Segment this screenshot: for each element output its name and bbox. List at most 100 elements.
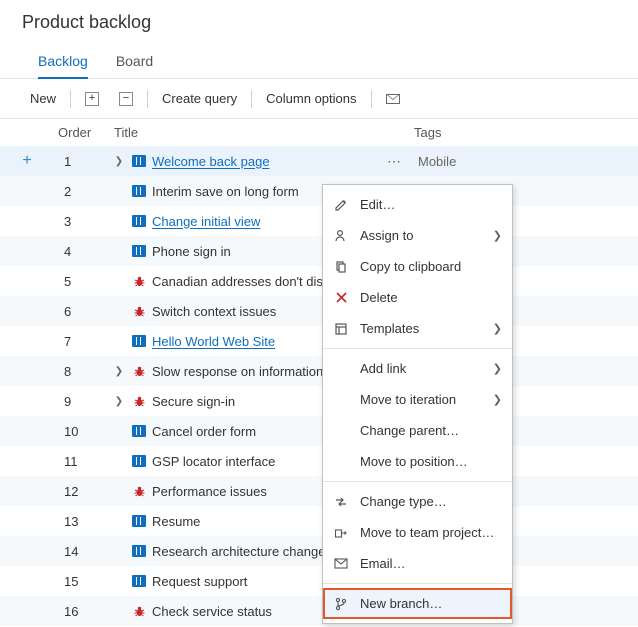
table-row[interactable]: +1❯ Welcome back page⋯Mobile: [0, 146, 638, 176]
table-row[interactable]: 3Change initial view: [0, 206, 638, 236]
pbi-icon: [132, 545, 146, 557]
expand-chevron-icon[interactable]: ❯: [110, 156, 128, 167]
pbi-icon: [132, 425, 146, 437]
email-button[interactable]: [376, 90, 410, 108]
col-order[interactable]: Order: [54, 125, 110, 140]
table-row[interactable]: 2Interim save on long form: [0, 176, 638, 206]
ctx-add-link[interactable]: Add link ❯: [323, 353, 512, 384]
tab-board[interactable]: Board: [116, 47, 153, 78]
plus-icon: +: [85, 92, 99, 106]
order-cell: 4: [54, 244, 110, 259]
ctx-delete[interactable]: Delete: [323, 282, 512, 313]
order-cell: 8: [54, 364, 110, 379]
envelope-icon: [333, 556, 349, 572]
ctx-move-position[interactable]: Move to position…: [323, 446, 512, 477]
chevron-right-icon: ❯: [493, 229, 502, 242]
new-button[interactable]: New: [20, 87, 66, 110]
separator: [147, 90, 148, 108]
table-row[interactable]: 16Check service status: [0, 596, 638, 626]
more-actions-icon[interactable]: ⋯: [374, 153, 414, 170]
minus-icon: −: [119, 92, 133, 106]
separator: [251, 90, 252, 108]
bug-icon: [133, 305, 146, 318]
add-item-icon[interactable]: +: [0, 152, 54, 170]
order-cell: 1: [54, 154, 110, 169]
chevron-right-icon: ❯: [493, 362, 502, 375]
order-cell: 6: [54, 304, 110, 319]
order-cell: 3: [54, 214, 110, 229]
chevron-right-icon: ❯: [493, 393, 502, 406]
order-cell: 15: [54, 574, 110, 589]
pbi-icon: [132, 215, 146, 227]
table-row[interactable]: 11GSP locator interface: [0, 446, 638, 476]
order-cell: 9: [54, 394, 110, 409]
separator: [323, 583, 512, 584]
person-icon: [333, 228, 349, 244]
ctx-change-parent[interactable]: Change parent…: [323, 415, 512, 446]
table-body: +1❯Welcome back page⋯Mobile2Interim save…: [0, 146, 638, 626]
table-row[interactable]: 8❯Slow response on information: [0, 356, 638, 386]
table-row[interactable]: 10Cancel order form: [0, 416, 638, 446]
envelope-icon: [386, 94, 400, 104]
bug-icon: [133, 395, 146, 408]
ctx-templates[interactable]: Templates ❯: [323, 313, 512, 344]
order-cell: 10: [54, 424, 110, 439]
context-menu: Edit… Assign to ❯ Copy to clipboard Dele…: [322, 184, 513, 624]
separator: [323, 481, 512, 482]
ctx-new-branch[interactable]: New branch…: [323, 588, 512, 619]
expand-chevron-icon[interactable]: ❯: [110, 396, 128, 407]
separator: [371, 90, 372, 108]
pencil-icon: [333, 197, 349, 213]
templates-icon: [333, 321, 349, 337]
col-title[interactable]: Title: [110, 125, 350, 140]
table-row[interactable]: 5Canadian addresses don't disp: [0, 266, 638, 296]
table-row[interactable]: 4Phone sign in: [0, 236, 638, 266]
table-header: Order Title Tags: [0, 119, 638, 146]
table-row[interactable]: 13Resume: [0, 506, 638, 536]
view-tabs: Backlog Board: [0, 41, 638, 79]
table-row[interactable]: 12Performance issues: [0, 476, 638, 506]
x-icon: [333, 290, 349, 306]
pbi-icon: [132, 185, 146, 197]
toolbar: New + − Create query Column options: [0, 79, 638, 119]
ctx-move-team[interactable]: Move to team project…: [323, 517, 512, 548]
pbi-icon: [132, 335, 146, 347]
table-row[interactable]: 6Switch context issues: [0, 296, 638, 326]
collapse-levels-button[interactable]: −: [109, 88, 143, 110]
ctx-copy[interactable]: Copy to clipboard: [323, 251, 512, 282]
ctx-change-type[interactable]: Change type…: [323, 486, 512, 517]
table-row[interactable]: 15Request support: [0, 566, 638, 596]
pbi-icon: [132, 155, 146, 167]
table-row[interactable]: 7Hello World Web Site: [0, 326, 638, 356]
order-cell: 2: [54, 184, 110, 199]
branch-icon: [333, 596, 349, 612]
order-cell: 13: [54, 514, 110, 529]
ctx-move-iteration[interactable]: Move to iteration ❯: [323, 384, 512, 415]
tab-backlog[interactable]: Backlog: [38, 47, 88, 79]
expand-chevron-icon[interactable]: ❯: [110, 366, 128, 377]
order-cell: 16: [54, 604, 110, 619]
col-tags[interactable]: Tags: [410, 125, 638, 140]
ctx-email[interactable]: Email…: [323, 548, 512, 579]
column-options-button[interactable]: Column options: [256, 87, 366, 110]
create-query-button[interactable]: Create query: [152, 87, 247, 110]
tags-cell: Mobile: [414, 154, 638, 169]
item-title[interactable]: Welcome back page: [150, 154, 374, 169]
pbi-icon: [132, 515, 146, 527]
page-title: Product backlog: [0, 12, 638, 41]
pbi-icon: [132, 575, 146, 587]
pbi-icon: [132, 245, 146, 257]
move-icon: [333, 525, 349, 541]
order-cell: 5: [54, 274, 110, 289]
table-row[interactable]: 14Research architecture changes: [0, 536, 638, 566]
separator: [323, 348, 512, 349]
order-cell: 12: [54, 484, 110, 499]
change-type-icon: [333, 494, 349, 510]
bug-icon: [133, 275, 146, 288]
ctx-edit[interactable]: Edit…: [323, 189, 512, 220]
chevron-right-icon: ❯: [493, 322, 502, 335]
order-cell: 14: [54, 544, 110, 559]
ctx-assign-to[interactable]: Assign to ❯: [323, 220, 512, 251]
table-row[interactable]: 9❯Secure sign-in: [0, 386, 638, 416]
expand-levels-button[interactable]: +: [75, 88, 109, 110]
